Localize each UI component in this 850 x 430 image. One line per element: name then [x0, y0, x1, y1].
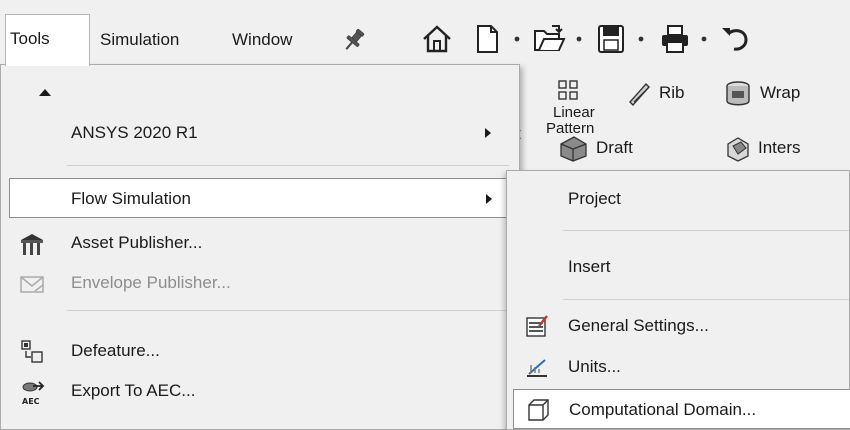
menu-simulation[interactable]: Simulation — [100, 16, 179, 64]
export-aec-icon: AEC — [22, 381, 45, 405]
draft-label[interactable]: Draft — [596, 138, 633, 158]
open-folder-icon[interactable] — [532, 22, 566, 56]
menu-item-label: Envelope Publisher... — [71, 273, 231, 292]
submenu-item-units[interactable]: Units... — [507, 347, 849, 387]
print-icon[interactable] — [658, 22, 692, 56]
pushpin-icon[interactable] — [341, 27, 367, 53]
menu-item-ansys[interactable]: ANSYS 2020 R1 — [1, 113, 519, 153]
envelope-publisher-icon — [20, 276, 44, 293]
submenu-item-project[interactable]: Project — [507, 179, 849, 219]
submenu-item-general-settings[interactable]: General Settings... — [507, 306, 849, 346]
menu-item-label: Defeature... — [71, 341, 160, 360]
intersect-icon[interactable] — [724, 134, 752, 162]
intersect-label[interactable]: Inters — [758, 138, 801, 158]
submenu-item-label: General Settings... — [568, 316, 709, 335]
draft-icon[interactable] — [558, 134, 588, 162]
units-icon — [527, 359, 547, 377]
submenu-item-label: Units... — [568, 357, 621, 376]
general-settings-icon — [526, 315, 548, 337]
aec-icon-text: AEC — [22, 397, 40, 405]
new-dropdown-icon[interactable] — [512, 34, 522, 44]
new-document-icon[interactable] — [470, 22, 504, 56]
menu-item-label: ANSYS 2020 R1 — [71, 123, 198, 142]
rib-label[interactable]: Rib — [659, 83, 685, 103]
submenu-item-computational-domain[interactable]: Computational Domain... — [513, 389, 850, 429]
menu-item-export-aec[interactable]: AEC Export To AEC... — [1, 371, 519, 411]
submenu-item-label: Computational Domain... — [569, 400, 757, 419]
scroll-up-icon[interactable] — [39, 89, 51, 96]
ribbon-features: t Linear Pattern Rib Draft Wrap Inters — [466, 76, 850, 176]
submenu-item-insert[interactable]: Insert — [507, 247, 849, 287]
menu-item-label: Flow Simulation — [71, 189, 191, 208]
linear-pattern-icon[interactable] — [558, 80, 578, 100]
menu-item-defeature[interactable]: Defeature... — [1, 331, 519, 371]
menu-window[interactable]: Window — [232, 16, 292, 64]
open-dropdown-icon[interactable] — [574, 34, 584, 44]
undo-icon[interactable] — [718, 22, 752, 56]
menu-item-envelope-publisher: Envelope Publisher... — [1, 263, 519, 303]
menu-separator — [563, 230, 849, 231]
menu-item-flow-simulation[interactable]: Flow Simulation — [9, 178, 512, 218]
submenu-item-label: Insert — [568, 257, 611, 276]
tools-dropdown-menu: ANSYS 2020 R1 Flow Simulation Asset Publ… — [0, 64, 520, 430]
asset-publisher-icon — [21, 234, 43, 255]
defeature-icon — [21, 340, 43, 363]
rib-icon[interactable] — [626, 80, 652, 106]
save-icon[interactable] — [594, 22, 628, 56]
wrap-icon[interactable] — [724, 80, 752, 108]
home-icon[interactable] — [420, 22, 454, 56]
menu-tools[interactable]: Tools — [5, 14, 90, 66]
computational-domain-icon — [528, 399, 549, 421]
menu-separator — [563, 299, 849, 300]
menu-separator — [67, 165, 509, 166]
menu-separator — [67, 310, 509, 311]
menu-item-label: Export To AEC... — [71, 381, 196, 400]
submenu-item-label: Project — [568, 189, 621, 208]
linear-pattern-label-line1[interactable]: Linear — [553, 104, 595, 121]
save-dropdown-icon[interactable] — [636, 34, 646, 44]
submenu-arrow-icon — [485, 128, 491, 138]
print-dropdown-icon[interactable] — [699, 34, 709, 44]
flow-simulation-submenu: Project Insert General Settings... Units… — [506, 170, 850, 430]
menu-item-label: Asset Publisher... — [71, 233, 203, 252]
submenu-arrow-icon — [486, 194, 492, 204]
menu-item-asset-publisher[interactable]: Asset Publisher... — [1, 223, 519, 263]
wrap-label[interactable]: Wrap — [760, 83, 800, 103]
